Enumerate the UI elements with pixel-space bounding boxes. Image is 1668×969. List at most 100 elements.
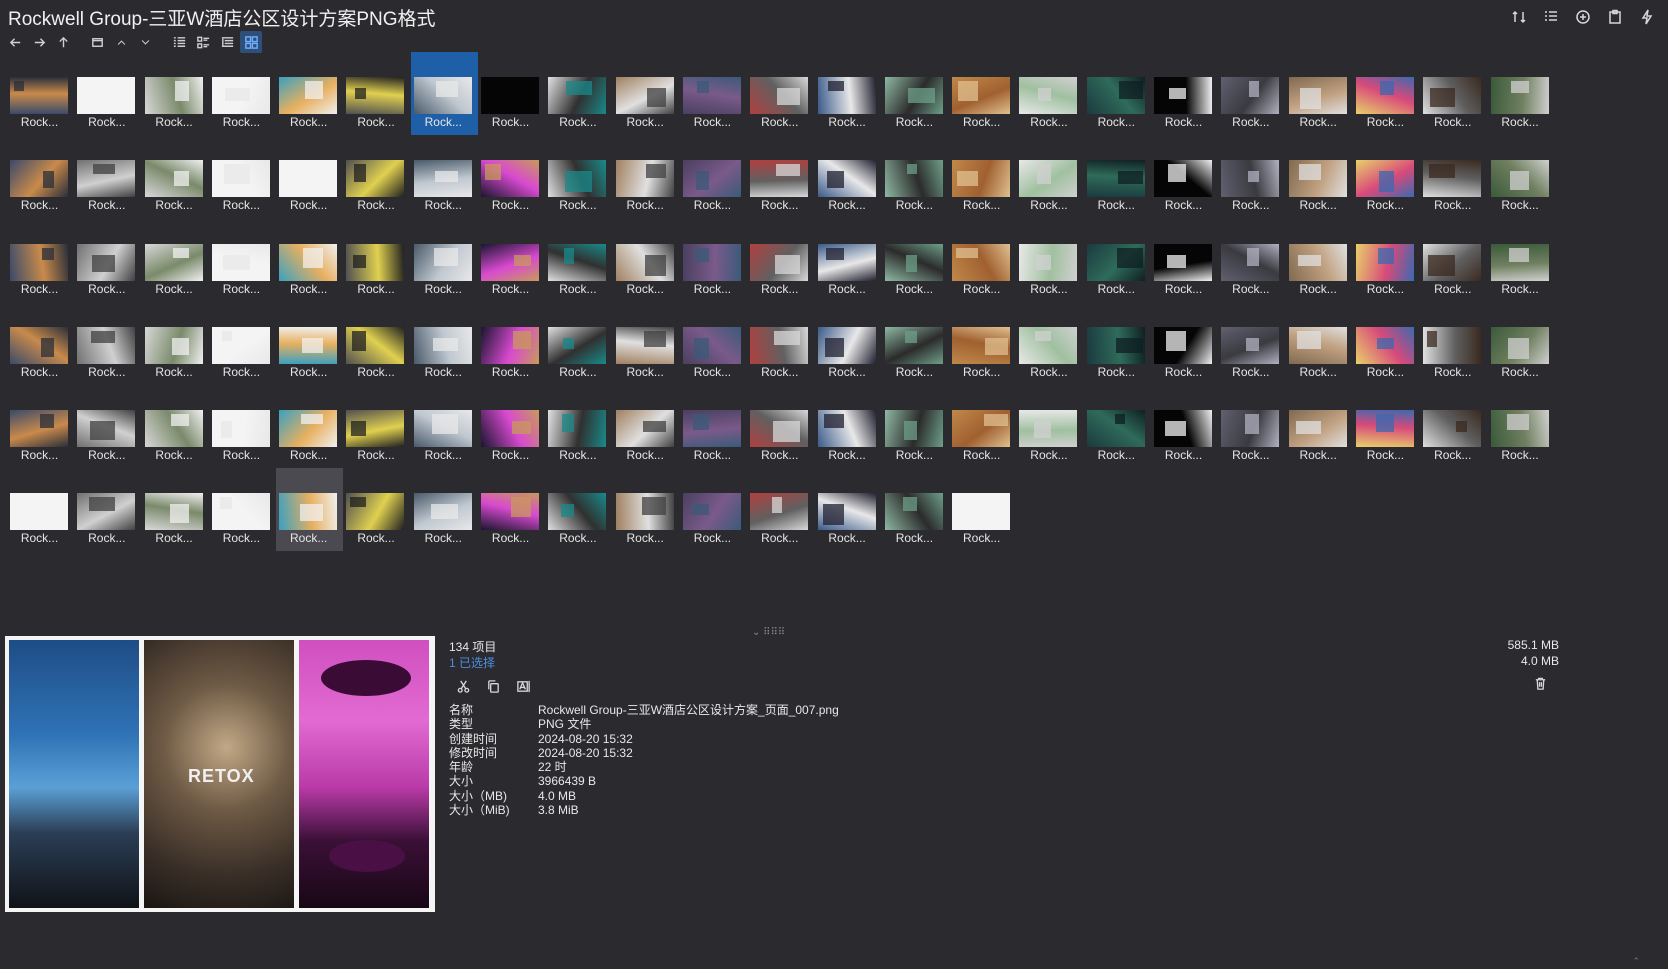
up-icon[interactable] (52, 31, 74, 53)
thumbnail-item[interactable]: Rock... (74, 52, 141, 135)
thumbnail-item[interactable]: Rock... (1286, 302, 1353, 385)
thumbnail-item[interactable]: Rock... (815, 219, 882, 302)
thumbnail-item[interactable]: Rock... (613, 302, 680, 385)
thumbnail-item[interactable]: Rock... (613, 52, 680, 135)
thumbnail-item[interactable]: Rock... (680, 302, 747, 385)
thumbnail-item[interactable]: Rock... (1488, 385, 1555, 468)
thumbnail-item[interactable]: Rock... (680, 385, 747, 468)
thumbnail-item[interactable]: Rock... (747, 135, 814, 218)
thumbnail-item[interactable]: Rock... (478, 468, 545, 551)
thumbnail-item[interactable]: Rock... (882, 302, 949, 385)
thumbnail-item[interactable]: Rock... (1488, 52, 1555, 135)
thumbnail-item[interactable]: Rock... (478, 385, 545, 468)
thumbnail-item[interactable]: Rock... (1353, 52, 1420, 135)
thumbnail-item[interactable]: Rock... (680, 468, 747, 551)
thumbnail-item[interactable]: Rock... (1353, 385, 1420, 468)
thumbnail-item[interactable]: Rock... (1218, 219, 1285, 302)
thumbnail-item[interactable]: Rock... (1084, 219, 1151, 302)
thumbnail-item[interactable]: Rock... (680, 135, 747, 218)
thumbnail-item[interactable]: Rock... (949, 219, 1016, 302)
thumbnail-item[interactable]: Rock... (1420, 219, 1487, 302)
thumbnail-item[interactable]: Rock... (1218, 52, 1285, 135)
thumbnail-item[interactable]: Rock... (882, 219, 949, 302)
thumbnail-item[interactable]: Rock... (680, 52, 747, 135)
thumbnail-item[interactable]: Rock... (1488, 219, 1555, 302)
rename-icon[interactable] (513, 676, 533, 696)
thumbnail-item[interactable]: Rock... (545, 135, 612, 218)
thumbnail-item[interactable]: Rock... (74, 385, 141, 468)
copy-icon[interactable] (483, 676, 503, 696)
sort-icon[interactable] (1508, 6, 1530, 28)
tree-view-icon[interactable] (216, 31, 238, 53)
thumbnail-item[interactable]: Rock... (1151, 135, 1218, 218)
thumbnail-item[interactable]: Rock... (209, 385, 276, 468)
thumbnail-item[interactable]: Rock... (1151, 52, 1218, 135)
thumbnail-item[interactable]: Rock... (1353, 302, 1420, 385)
chevron-down-icon[interactable] (134, 31, 156, 53)
selected-count[interactable]: 1 已选择 (449, 654, 495, 671)
thumbnail-item[interactable]: Rock... (1420, 52, 1487, 135)
thumbnail-item[interactable]: Rock... (209, 219, 276, 302)
thumbnail-item[interactable]: Rock... (545, 385, 612, 468)
thumbnail-item[interactable]: Rock... (1218, 302, 1285, 385)
thumbnail-item[interactable]: Rock... (1084, 52, 1151, 135)
thumbnail-item[interactable]: Rock... (1016, 135, 1083, 218)
flash-icon[interactable] (1636, 6, 1658, 28)
thumbnail-item[interactable]: Rock... (949, 385, 1016, 468)
property-value[interactable]: 4.0 MB (538, 789, 576, 803)
thumbnail-item[interactable]: Rock... (882, 135, 949, 218)
thumbnail-item[interactable]: Rock... (276, 135, 343, 218)
thumbnail-item[interactable]: Rock... (209, 302, 276, 385)
thumbnail-item[interactable]: Rock... (276, 52, 343, 135)
thumbnail-item[interactable]: Rock... (747, 52, 814, 135)
thumbnail-item[interactable]: Rock... (276, 468, 344, 552)
property-value[interactable]: 2024-08-20 15:32 (538, 732, 633, 746)
thumbnail-item[interactable]: Rock... (1016, 52, 1083, 135)
thumbnail-item[interactable]: Rock... (815, 135, 882, 218)
thumbnail-item[interactable]: Rock... (209, 135, 276, 218)
property-value[interactable]: Rockwell Group-三亚W酒店公区设计方案_页面_007.png (538, 703, 839, 717)
thumbnail-item[interactable]: Rock... (74, 302, 141, 385)
resize-grip[interactable]: ⌃ (1632, 956, 1640, 967)
panel-splitter[interactable]: ⌄ ⠿⠿⠿ (752, 627, 785, 638)
thumbnail-item[interactable]: Rock... (1218, 135, 1285, 218)
thumbnail-item[interactable]: Rock... (1488, 302, 1555, 385)
thumbnail-item[interactable]: Rock... (1420, 385, 1487, 468)
grid-view-icon[interactable] (240, 31, 262, 53)
thumbnail-item[interactable]: Rock... (815, 385, 882, 468)
thumbnail-item[interactable]: Rock... (1286, 52, 1353, 135)
thumbnail-item[interactable]: Rock... (747, 468, 814, 551)
thumbnail-item[interactable]: Rock... (1420, 135, 1487, 218)
thumbnail-item[interactable]: Rock... (1353, 219, 1420, 302)
list-view-icon[interactable] (168, 31, 190, 53)
thumbnail-item[interactable]: Rock... (478, 302, 545, 385)
thumbnail-item[interactable]: Rock... (1016, 385, 1083, 468)
thumbnail-item[interactable]: Rock... (545, 52, 612, 135)
thumbnail-item[interactable]: Rock... (411, 219, 478, 302)
property-value[interactable]: 22 时 (538, 760, 567, 774)
thumbnail-item[interactable]: Rock... (949, 302, 1016, 385)
thumbnail-item[interactable]: Rock... (680, 219, 747, 302)
thumbnail-item[interactable]: Rock... (209, 52, 276, 135)
thumbnail-item[interactable]: Rock... (74, 135, 141, 218)
clipboard-icon[interactable] (1604, 6, 1626, 28)
thumbnail-item[interactable]: Rock... (747, 302, 814, 385)
thumbnail-item[interactable]: Rock... (478, 219, 545, 302)
thumbnail-item[interactable]: Rock... (478, 52, 545, 135)
thumbnail-item[interactable]: Rock... (7, 468, 74, 551)
thumbnail-item[interactable]: Rock... (882, 52, 949, 135)
thumbnail-item[interactable]: Rock... (74, 219, 141, 302)
thumbnail-item[interactable]: Rock... (411, 468, 478, 551)
thumbnail-item[interactable]: Rock... (7, 385, 74, 468)
thumbnail-item[interactable]: Rock... (882, 468, 949, 551)
thumbnail-item[interactable]: Rock... (7, 302, 74, 385)
thumbnail-item[interactable]: Rock... (747, 219, 814, 302)
thumbnail-item[interactable]: Rock... (815, 468, 882, 551)
thumbnail-item[interactable]: Rock... (1218, 385, 1285, 468)
thumbnail-item[interactable]: Rock... (411, 385, 478, 468)
chevron-up-icon[interactable] (110, 31, 132, 53)
thumbnail-item[interactable]: Rock... (1084, 302, 1151, 385)
thumbnail-item[interactable]: Rock... (74, 468, 141, 551)
details-view-icon[interactable] (192, 31, 214, 53)
thumbnail-item[interactable]: Rock... (545, 219, 612, 302)
